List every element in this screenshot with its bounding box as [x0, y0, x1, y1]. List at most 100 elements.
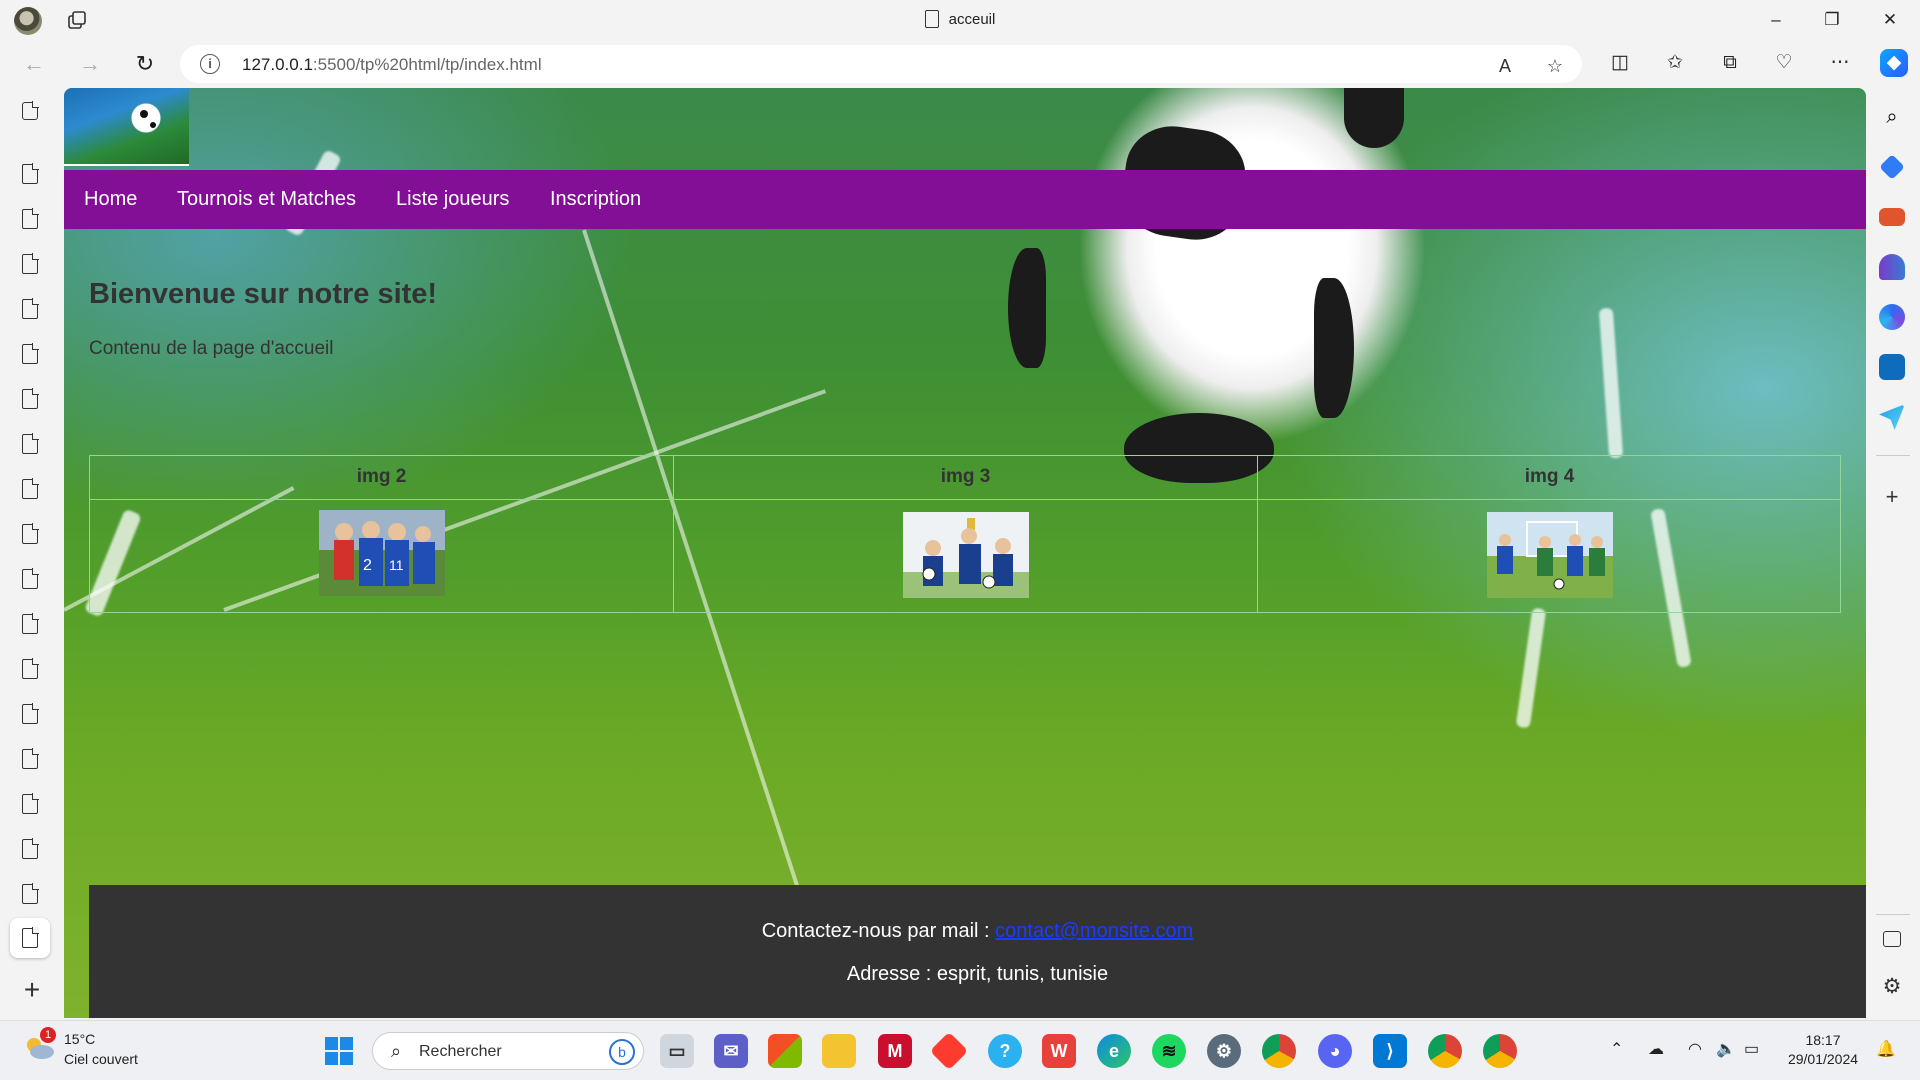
tab-page-icon[interactable] [22, 388, 39, 409]
discord-icon[interactable]: ◕ [1318, 1034, 1352, 1068]
ball-patch [1008, 248, 1046, 368]
tab-page-icon[interactable] [22, 927, 39, 948]
table-header-cell: img 2 [356, 466, 407, 487]
tab-page-icon[interactable] [22, 703, 39, 724]
sidebar-divider [1876, 455, 1910, 456]
tab-panel-toggle-icon[interactable] [22, 101, 39, 120]
weather-description[interactable]: Ciel couvert [64, 1051, 138, 1067]
taskbar-clock[interactable]: 18:17 29/01/2024 [1778, 1031, 1868, 1069]
tray-chevron-up-icon[interactable]: ⌃ [1610, 1039, 1623, 1059]
tab-page-icon[interactable] [22, 163, 39, 184]
chrome-icon[interactable] [1262, 1034, 1296, 1068]
spotify-icon[interactable]: ≋ [1152, 1034, 1186, 1068]
nav-home-link[interactable]: Home [84, 188, 137, 211]
help-icon[interactable]: ? [988, 1034, 1022, 1068]
hide-sidebar-icon[interactable] [1883, 931, 1901, 947]
tab-page-icon[interactable] [22, 883, 39, 904]
vscode-icon[interactable]: ⟩ [1373, 1034, 1407, 1068]
teams-chat-icon[interactable]: ✉ [714, 1034, 748, 1068]
contact-mail-link[interactable]: contact@monsite.com [995, 920, 1193, 942]
search-icon[interactable]: ⌕ [1879, 104, 1905, 130]
bing-icon[interactable]: b [609, 1039, 635, 1065]
tab-page-icon[interactable] [22, 298, 39, 319]
ball-patch [1314, 278, 1354, 418]
notifications-bell-icon[interactable]: 🔔 [1876, 1039, 1896, 1059]
task-view-icon[interactable]: ▭ [660, 1034, 694, 1068]
settings-app-icon[interactable]: ⚙ [1207, 1034, 1241, 1068]
battery-icon[interactable]: ▭ [1744, 1039, 1759, 1059]
wifi-icon[interactable]: ◠ [1688, 1039, 1702, 1059]
footer-contact: Contactez-nous par mail : contact@monsit… [761, 920, 1194, 942]
tab-page-icon[interactable] [22, 343, 39, 364]
microsoft-store-icon[interactable] [768, 1034, 802, 1068]
trophy-players-image [903, 512, 1029, 598]
edge-sidebar: ⌕ + ⚙ [1866, 88, 1920, 1020]
copilot-icon[interactable]: ◆ [1880, 49, 1908, 77]
table-header-cell: img 4 [1524, 466, 1575, 487]
back-icon[interactable]: ← [18, 50, 50, 78]
tab-page-icon[interactable] [22, 433, 39, 454]
tab-page-icon[interactable] [22, 253, 39, 274]
tab-page-icon[interactable] [22, 208, 39, 229]
new-tab-plus-icon[interactable]: + [18, 974, 46, 1006]
settings-gear-icon[interactable]: ⚙ [1879, 974, 1905, 1000]
tab-page-icon[interactable] [22, 568, 39, 589]
search-icon: ⌕ [391, 1041, 402, 1061]
shopping-tag-icon[interactable] [1879, 154, 1905, 180]
microsoft365-icon[interactable] [1879, 304, 1905, 330]
favorites-icon[interactable]: ✩ [1661, 49, 1689, 77]
file-explorer-icon[interactable] [822, 1034, 856, 1068]
outlook-icon[interactable] [1879, 354, 1905, 380]
web-page-viewport: Home Tournois et Matches Liste joueurs I… [64, 88, 1866, 1018]
page-heading: Bienvenue sur notre site! [89, 278, 438, 310]
app-diamond-icon[interactable] [929, 1031, 969, 1071]
split-screen-icon[interactable]: ◫ [1606, 49, 1634, 77]
collections-icon[interactable]: ⧉ [1716, 49, 1744, 77]
restore-button[interactable]: ❐ [1812, 6, 1852, 34]
tab-page-icon[interactable] [22, 748, 39, 769]
taskbar-search-box[interactable]: ⌕ Rechercher b [372, 1032, 644, 1070]
url-text[interactable]: 127.0.0.1:5500/tp%20html/tp/index.html [242, 55, 542, 75]
logo-ball-patch [140, 110, 148, 118]
weather-temperature[interactable]: 15°C [64, 1031, 95, 1047]
tab-page-icon[interactable] [22, 658, 39, 679]
tab-page-icon[interactable] [22, 838, 39, 859]
vertical-tabs-sidebar: + [0, 88, 64, 1020]
reload-icon[interactable]: ↻ [129, 50, 161, 78]
tab-page-icon[interactable] [22, 613, 39, 634]
nav-inscription-link[interactable]: Inscription [550, 188, 641, 211]
games-icon[interactable] [1879, 254, 1905, 280]
stadium-light [1515, 607, 1547, 729]
close-button[interactable]: ✕ [1870, 6, 1910, 34]
tab-page-icon[interactable] [22, 523, 39, 544]
favorite-star-icon[interactable]: ☆ [1544, 55, 1566, 77]
nav-joueurs-link[interactable]: Liste joueurs [396, 188, 509, 211]
send-drop-icon[interactable] [1879, 404, 1905, 430]
tools-briefcase-icon[interactable] [1879, 208, 1905, 226]
read-aloud-icon[interactable]: A [1494, 55, 1516, 77]
site-footer: Contactez-nous par mail : contact@monsit… [89, 885, 1866, 1018]
minimize-button[interactable]: – [1756, 6, 1796, 34]
address-bar[interactable]: i 127.0.0.1:5500/tp%20html/tp/index.html… [180, 45, 1582, 83]
main-menu: Home Tournois et Matches Liste joueurs I… [64, 170, 1866, 229]
chrome-profile-icon[interactable] [1428, 1034, 1462, 1068]
team-celebration-image: 2 11 [319, 510, 445, 596]
forward-icon[interactable]: → [74, 50, 106, 78]
mcafee-icon[interactable]: M [878, 1034, 912, 1068]
weather-badge: 1 [40, 1027, 56, 1043]
tab-page-icon[interactable] [22, 793, 39, 814]
chrome-profile-icon[interactable] [1483, 1034, 1517, 1068]
more-menu-icon[interactable]: ⋯ [1826, 49, 1854, 77]
tab-page-icon[interactable] [22, 478, 39, 499]
volume-icon[interactable]: 🔈 [1716, 1039, 1736, 1059]
add-sidebar-app-plus-icon[interactable]: + [1879, 484, 1905, 510]
nav-tournois-link[interactable]: Tournois et Matches [177, 188, 356, 211]
browser-essentials-icon[interactable]: ♡ [1770, 49, 1798, 77]
image-table: img 2 img 3 img 4 2 11 [89, 455, 1841, 613]
edge-browser-icon[interactable]: e [1097, 1034, 1131, 1068]
wps-office-icon[interactable]: W [1042, 1034, 1076, 1068]
site-info-icon[interactable]: i [200, 54, 220, 74]
start-windows-icon[interactable] [322, 1034, 356, 1068]
footer-address: Adresse : esprit, tunis, tunisie [846, 963, 1109, 985]
onedrive-icon[interactable]: ☁ [1648, 1039, 1664, 1059]
